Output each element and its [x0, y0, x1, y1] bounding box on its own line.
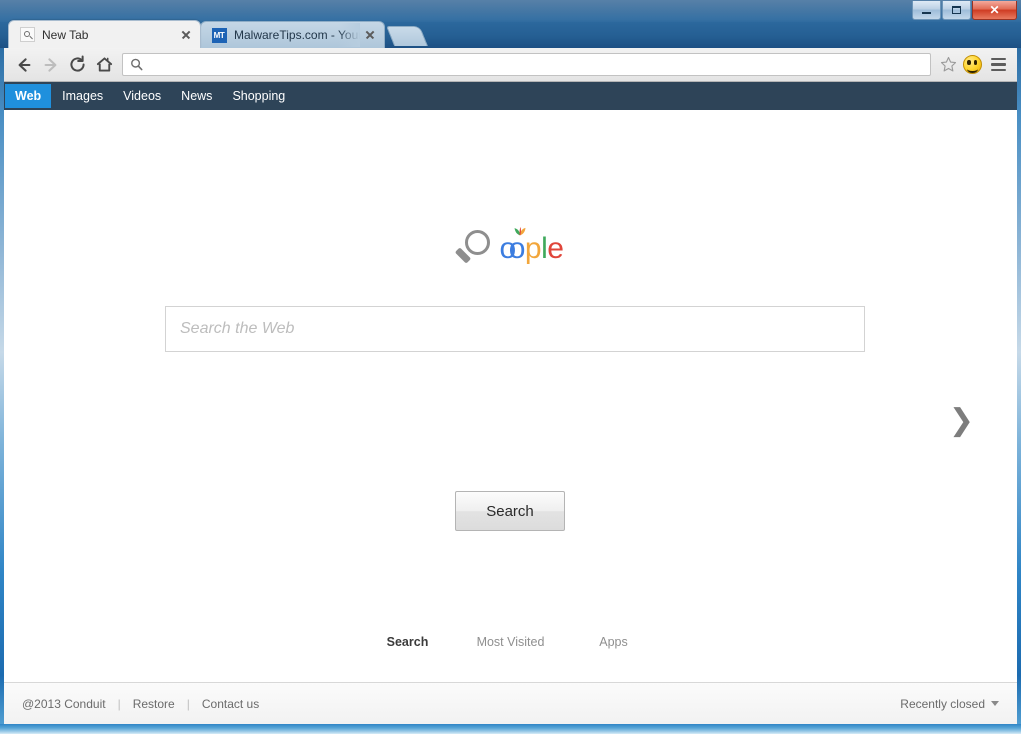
recently-closed-button[interactable]: Recently closed: [900, 697, 999, 711]
magnifier-icon: [454, 228, 494, 270]
logo-char-3: p: [524, 232, 542, 265]
tab-title: New Tab: [42, 27, 89, 42]
search-box[interactable]: [165, 306, 865, 352]
address-input[interactable]: [145, 54, 926, 75]
new-tab-button[interactable]: [385, 26, 429, 46]
close-tab-icon[interactable]: [178, 27, 194, 43]
search-button[interactable]: Search: [455, 491, 565, 531]
minimize-icon: [922, 11, 931, 14]
bottom-tab-indicator: [611, 656, 616, 673]
minimize-button[interactable]: [912, 1, 941, 20]
tab-title: MalwareTips.com - Your F: [234, 28, 360, 42]
close-tab-icon[interactable]: [362, 27, 378, 43]
logo-char-5: e: [547, 232, 564, 265]
chevron-right-icon[interactable]: ❯: [949, 406, 974, 436]
footer-restore-link[interactable]: Restore: [133, 697, 175, 711]
back-button[interactable]: [10, 51, 37, 78]
logo-container: o o p l e: [4, 226, 1017, 270]
conduit-nav-bar: Web Images Videos News Shopping: [4, 82, 1017, 110]
nav-item-images[interactable]: Images: [53, 85, 112, 107]
maximize-icon: [952, 6, 961, 14]
footer-contact-link[interactable]: Contact us: [202, 697, 259, 711]
home-button[interactable]: [91, 51, 118, 78]
bottom-tab-most-visited[interactable]: Most Visited: [459, 635, 562, 674]
chrome-menu-button[interactable]: [985, 52, 1011, 78]
logo-wordmark: o o p l e: [500, 226, 564, 265]
browser-window: ✕ New Tab MT MalwareTips.com - Your F We…: [0, 0, 1021, 734]
tab-strip: New Tab MT MalwareTips.com - Your F: [8, 19, 429, 48]
reload-icon: [70, 55, 85, 72]
reload-button[interactable]: [64, 51, 91, 78]
title-bar: ✕ New Tab MT MalwareTips.com - Your F: [0, 0, 1021, 48]
bottom-tab-bar: Search Most Visited Apps: [4, 635, 1017, 674]
nav-item-videos[interactable]: Videos: [114, 85, 170, 107]
bottom-tab-label: Search: [386, 635, 429, 649]
forward-arrow-icon: [44, 57, 56, 72]
smiley-icon: [962, 55, 982, 74]
search-icon: [127, 57, 145, 73]
extension-button[interactable]: [959, 52, 985, 78]
footer-copyright: @2013 Conduit: [22, 696, 106, 711]
hamburger-icon: [990, 57, 1006, 72]
bookmark-star-button[interactable]: [937, 54, 959, 76]
recently-closed-label: Recently closed: [900, 696, 985, 711]
close-icon: ✕: [989, 3, 1000, 17]
window-bottom-border: [0, 724, 1021, 734]
footer-separator: |: [186, 696, 190, 711]
bottom-tab-search[interactable]: Search: [356, 635, 459, 674]
forward-button[interactable]: [37, 51, 64, 78]
mt-favicon-icon: MT: [211, 27, 227, 43]
page-footer: @2013 Conduit | Restore | Contact us Rec…: [4, 682, 1017, 724]
maximize-button[interactable]: [942, 1, 971, 20]
page-content: o o p l e Search ❯ Search Most Visited: [4, 110, 1017, 682]
bottom-tab-indicator: [508, 656, 513, 673]
star-icon: [940, 56, 956, 72]
browser-toolbar: [4, 48, 1017, 82]
window-controls: ✕: [912, 1, 1017, 20]
footer-separator: |: [117, 696, 121, 711]
nav-item-web[interactable]: Web: [5, 84, 52, 108]
bottom-tab-apps[interactable]: Apps: [562, 635, 665, 674]
nav-item-news[interactable]: News: [172, 85, 221, 107]
site-logo: o o p l e: [454, 226, 564, 270]
nav-item-shopping[interactable]: Shopping: [223, 85, 294, 107]
search-input[interactable]: [178, 319, 852, 339]
bottom-tab-label: Apps: [599, 635, 628, 649]
close-button[interactable]: ✕: [972, 1, 1017, 20]
logo-char-2: o: [508, 232, 526, 265]
home-icon: [96, 57, 113, 72]
leaf-icon: [514, 226, 526, 236]
search-icon: [19, 27, 35, 43]
tab-new-tab[interactable]: New Tab: [8, 20, 201, 48]
tab-malwaretips[interactable]: MT MalwareTips.com - Your F: [200, 21, 385, 48]
address-bar[interactable]: [122, 53, 931, 76]
chevron-down-icon: [991, 701, 999, 706]
back-arrow-icon: [18, 57, 30, 72]
bottom-tab-label: Most Visited: [476, 635, 545, 649]
bottom-tab-indicator: [405, 656, 410, 673]
footer-links: @2013 Conduit | Restore | Contact us: [22, 697, 259, 711]
